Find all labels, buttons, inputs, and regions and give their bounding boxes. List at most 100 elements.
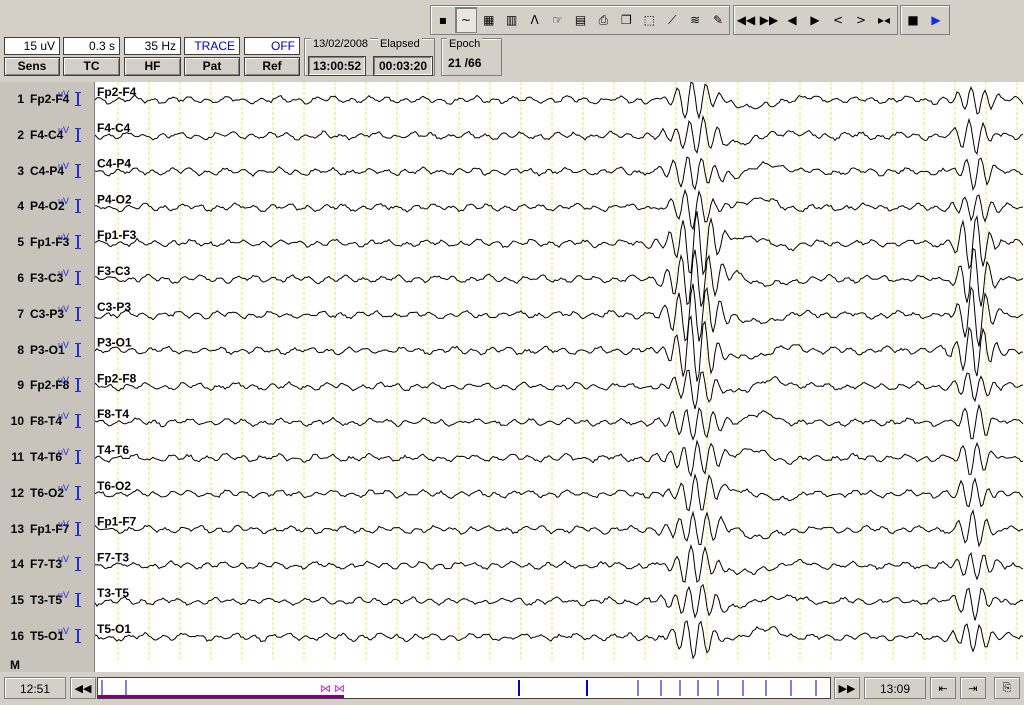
channel-row[interactable]: 9 Fp2-F8 uV [0,375,94,400]
tc-button[interactable]: TC [63,57,120,76]
calibration-bar-icon [75,235,81,250]
play-button[interactable]: ▶ [925,7,947,33]
spectrum-button[interactable]: ▥ [501,7,523,33]
channel-row[interactable]: 7 C3-P3 uV [0,304,94,329]
trace-label: F4-C4 [97,121,131,135]
trace-label: Fp1-F3 [97,228,137,242]
fast-rewind-button[interactable]: ◀◀ [735,7,757,33]
channel-number: 8 [17,342,24,357]
toolbar: ▪ ~ ▦ ▥ Λ ☞ ▤ ⎙ ❐ ⬚ ⟋ ≋ ✎ ◀◀ ▶▶ ◀ ▶ < > ▸◂ ■ ▶ [0,0,1024,36]
channel-row[interactable]: 13 Fp1-F7 uV [0,519,94,544]
page-forward-icon: > [855,13,867,27]
trace-label: F8-T4 [97,407,129,421]
trace-label: F7-T3 [97,550,129,564]
print-button[interactable]: ⎙ [592,7,614,33]
spectrum-icon: ▥ [506,13,518,27]
recording-date: 13/02/2008 [311,38,371,50]
epoch-label: Epoch [447,38,483,50]
ruler-button[interactable]: ⟋ [661,7,683,33]
calibration-bar-icon [75,521,81,536]
peak-marker-button[interactable]: Λ [524,7,546,33]
channel-number: 13 [10,521,24,536]
eeg-traces: Fp2-F4F4-C4C4-P4P4-O2Fp1-F3F3-C3C3-P3P3-… [94,80,1024,662]
marker-row-label: M [10,658,20,672]
step-back-icon: ◀ [787,13,797,27]
channel-unit: uV [58,160,70,171]
step-forward-button[interactable]: ▶ [804,7,826,33]
stop-button[interactable]: ■ [902,7,924,33]
timeline-back-button[interactable]: ◀◀ [70,677,96,699]
progress-bar [98,695,344,698]
eeg-trace [94,620,1024,660]
channel-row[interactable]: 16 T5-O1 uV [0,626,94,651]
calibration-bar-icon [75,306,81,321]
hf-button[interactable]: HF [124,57,181,76]
play-icon: ▶ [931,13,941,27]
copy-button[interactable]: ❐ [615,7,637,33]
timeline-scrubber[interactable]: ⋈ ⋈ [97,677,831,699]
page-forward-button[interactable]: > [850,7,872,33]
elapsed-time: 00:03:20 [373,56,433,76]
tc-value[interactable]: 0.3 s [63,37,120,55]
ref-button[interactable]: Ref [244,57,300,76]
channel-row[interactable]: 10 F8-T4 uV [0,411,94,436]
channel-unit: uV [58,339,70,350]
channel-row[interactable]: 1 Fp2-F4 uV [0,89,94,114]
ruler-icon: ⟋ [667,12,677,27]
channel-row[interactable]: 4 P4-O2 uV [0,196,94,221]
timeline-start-time: 12:51 [4,677,66,699]
eeg-trace [94,543,1024,583]
trace-label: F3-C3 [97,264,131,278]
page-back-button[interactable]: < [827,7,849,33]
navigation-group: ◀◀ ▶▶ ◀ ▶ < > ▸◂ [733,5,898,35]
trace-label: T4-T6 [97,443,129,457]
ref-value[interactable]: OFF [244,37,300,55]
save-icon: ▪ [438,13,448,27]
playback-group: ■ ▶ [900,5,950,35]
channel-row[interactable]: 11 T4-T6 uV [0,447,94,472]
report-button[interactable]: ✎ [707,7,729,33]
channel-unit: uV [58,375,70,386]
channel-row[interactable]: 12 T6-O2 uV [0,483,94,508]
trace-label: P4-O2 [97,192,132,206]
filter-wave-button[interactable]: ≋ [684,7,706,33]
pat-value[interactable]: TRACE [184,37,240,55]
goto-marker-button[interactable]: ▸◂ [873,7,895,33]
sens-value[interactable]: 15 uV [4,37,60,55]
calibration-bar-icon [75,414,81,429]
trace-label: T5-O1 [97,622,131,636]
cursor-hand-button[interactable]: ☞ [547,7,569,33]
export-button[interactable]: ⎘ [994,677,1020,699]
jump-start-icon: ⇤ [938,681,948,695]
channel-unit: uV [58,590,70,601]
channel-row[interactable]: 3 C4-P4 uV [0,160,94,186]
montage-grid-button[interactable]: ▦ [478,7,500,33]
montage-grid-icon: ▦ [483,13,495,27]
eeg-trace-area[interactable]: Fp2-F4 F4-C4 C4-P4 P4-O2 Fp1-F3 F3-C3 C3-P3 P3-… [94,80,1024,672]
channel-unit: uV [58,124,70,135]
channel-row[interactable]: 8 P3-O1 uV [0,339,94,365]
timeline-end-time: 13:09 [864,677,926,699]
channel-row[interactable]: 14 F7-T3 uV [0,554,94,579]
fast-forward-button[interactable]: ▶▶ [758,7,780,33]
channel-row[interactable]: 6 F3-C3 uV [0,268,94,293]
sens-button[interactable]: Sens [4,57,60,76]
jump-end-button[interactable]: ⇥ [960,677,986,699]
waveform-mode-button[interactable]: ~ [454,7,477,33]
channel-row[interactable]: 2 F4-C4 uV [0,124,94,150]
channel-unit: uV [58,196,70,207]
hf-value[interactable]: 35 Hz [124,37,181,55]
step-back-button[interactable]: ◀ [781,7,803,33]
page-back-icon: < [832,13,844,27]
save-button[interactable]: ▪ [432,7,454,33]
eeg-trace [94,508,1024,548]
jump-start-button[interactable]: ⇤ [930,677,956,699]
channel-row[interactable]: 15 T3-T5 uV [0,590,94,615]
timeline-forward-button[interactable]: ▶▶ [834,677,860,699]
select-region-button[interactable]: ⬚ [638,7,660,33]
channel-number: 16 [10,629,24,643]
notes-button[interactable]: ▤ [570,7,592,33]
calibration-bar-icon [75,593,81,608]
channel-row[interactable]: 5 Fp1-F3 uV [0,232,94,257]
pat-button[interactable]: Pat [184,57,240,76]
